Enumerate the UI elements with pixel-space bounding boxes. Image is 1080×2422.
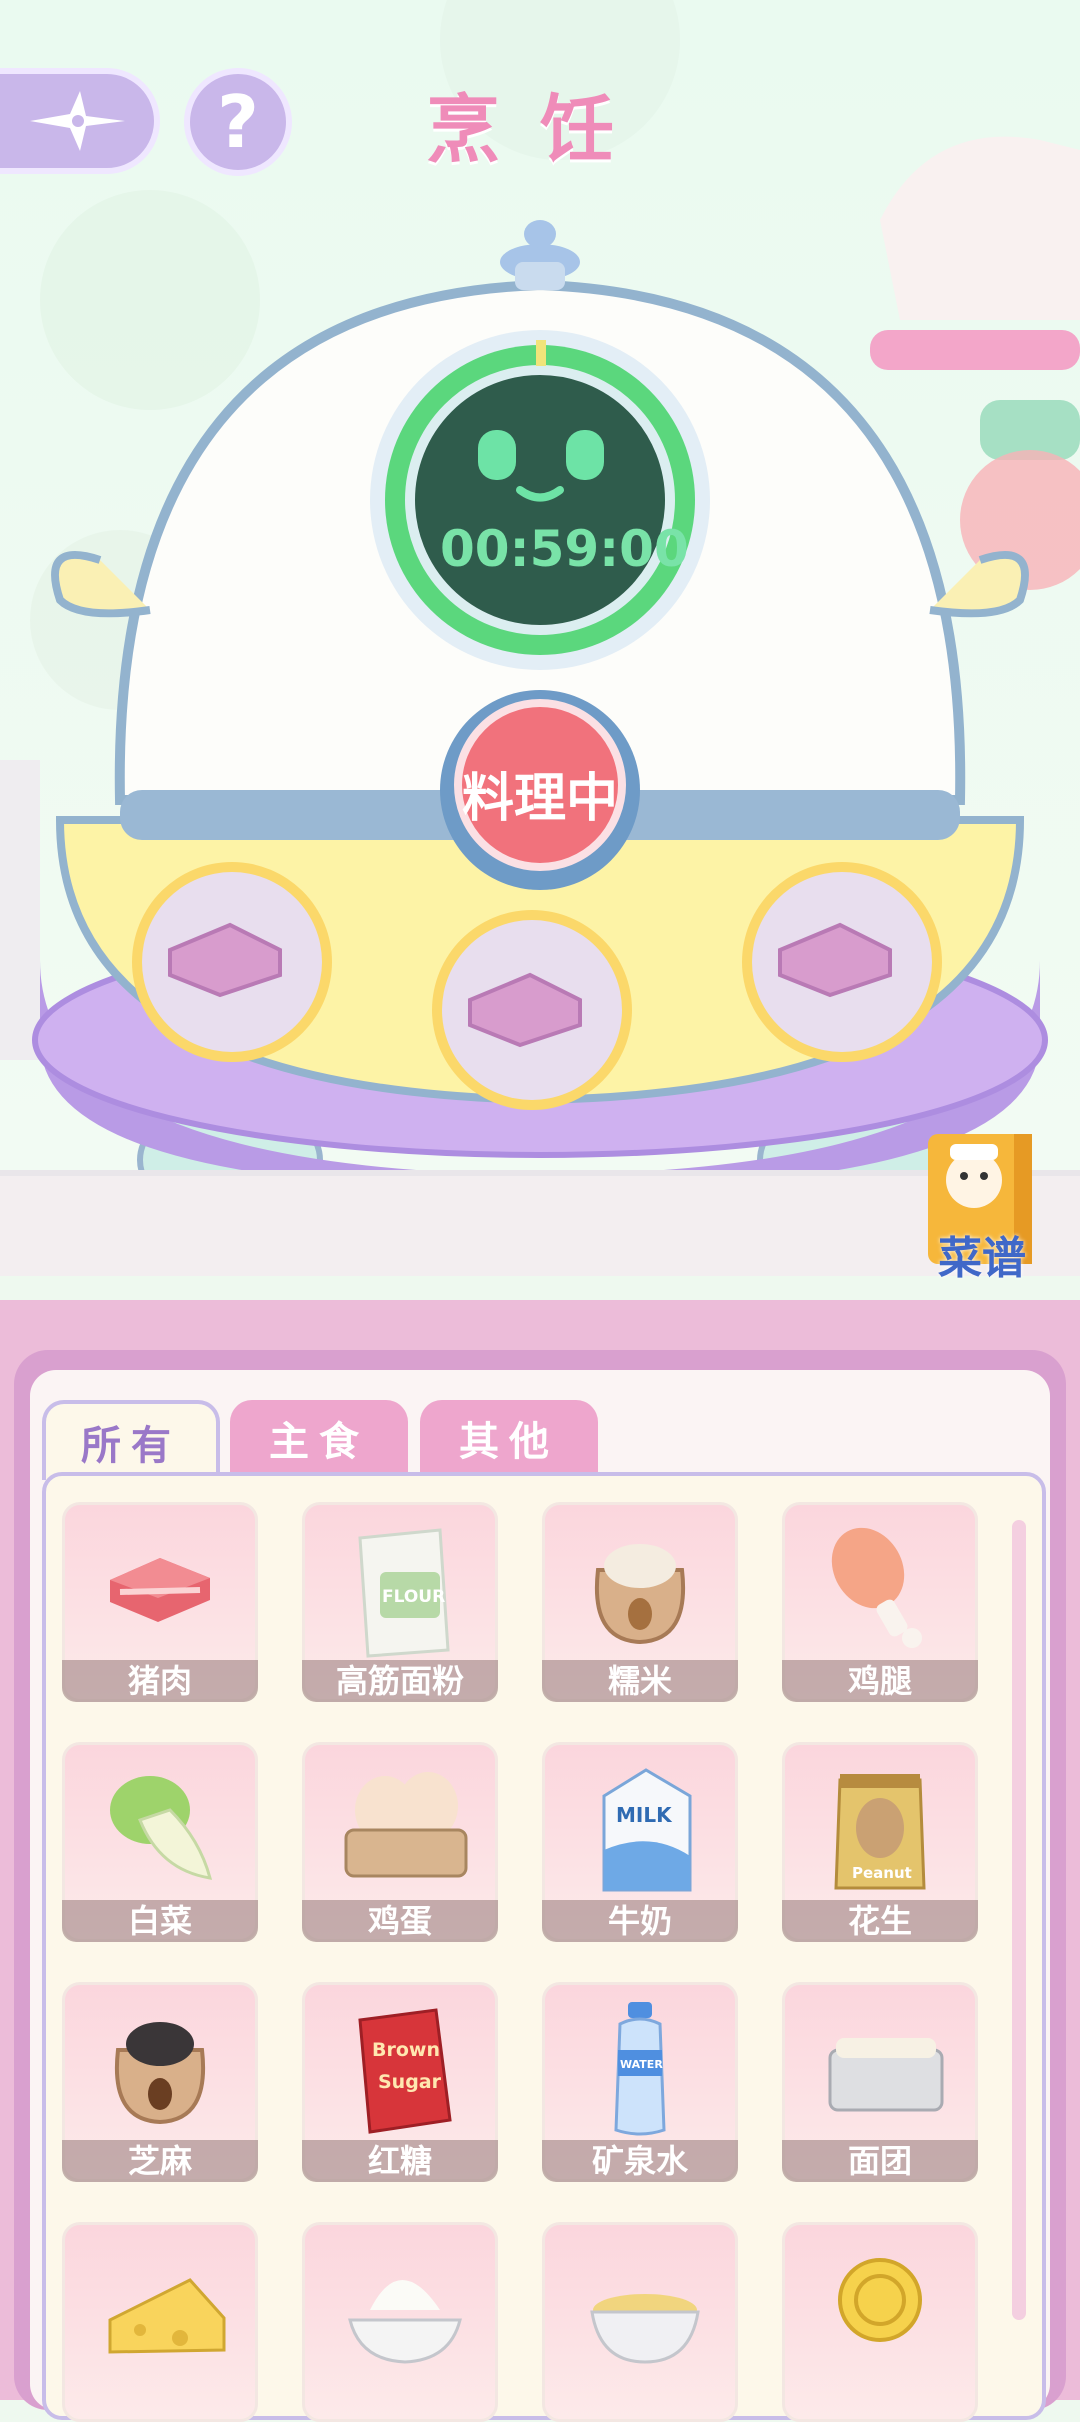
milk-icon: MILK: [602, 1768, 692, 1892]
sugar-bag-text-sugar: Sugar: [378, 2071, 442, 2093]
ingredient-item-glutinous-rice[interactable]: 糯米: [542, 1502, 738, 1702]
peanut-bag-text: Peanut: [852, 1864, 912, 1882]
ingredient-item-cream[interactable]: [302, 2222, 498, 2422]
cooking-status-button[interactable]: 料理中: [430, 756, 650, 831]
recipe-book-label: 菜谱: [938, 1233, 1026, 1284]
sesame-sack-icon: [115, 2022, 205, 2125]
water-bottle-icon: WATER: [614, 2002, 666, 2136]
water-bottle-text: WATER: [620, 2058, 663, 2071]
dough-icon: [828, 2038, 944, 2112]
ingredient-item-sesame[interactable]: 芝麻: [62, 1982, 258, 2182]
ingredient-label: 矿泉水: [542, 2140, 738, 2182]
ingredient-label: 面团: [782, 2140, 978, 2182]
cabbage-icon: [110, 1776, 213, 1880]
rice-sack-icon: [595, 1544, 685, 1645]
ingredient-list-scrollbar[interactable]: [1012, 1520, 1026, 2320]
ingredient-label: 鸡腿: [782, 1660, 978, 1702]
ingredient-item-peanut[interactable]: Peanut 花生: [782, 1742, 978, 1942]
cheese-icon: [108, 2278, 226, 2354]
ingredient-label: 花生: [782, 1900, 978, 1942]
tab-staple-food[interactable]: 主食: [230, 1400, 408, 1476]
brown-sugar-icon: Brown Sugar: [358, 2008, 452, 2134]
custard-icon: [590, 2294, 700, 2364]
ingredient-item-brown-sugar[interactable]: Brown Sugar 红糖: [302, 1982, 498, 2182]
pork-icon: [110, 1558, 210, 1622]
ingredient-label: 糯米: [542, 1660, 738, 1702]
ingredient-item-custard[interactable]: [542, 2222, 738, 2422]
tab-others[interactable]: 其他: [420, 1400, 598, 1476]
eggs-icon: [344, 1772, 468, 1878]
milk-carton-text: MILK: [616, 1803, 673, 1827]
counter-shelf: [0, 1170, 1080, 1276]
drumstick-icon: [831, 1527, 922, 1648]
ingredient-label: 芝麻: [62, 2140, 258, 2182]
cooking-pot-machine: [30, 220, 1050, 1240]
ingredient-item-bread-flour[interactable]: FLOUR 高筋面粉: [302, 1502, 498, 1702]
ingredient-label: 红糖: [302, 2140, 498, 2182]
peanut-bag-icon: Peanut: [834, 1774, 926, 1890]
cooking-timer: 00:59:00: [440, 520, 689, 578]
ingredient-label: 牛奶: [542, 1900, 738, 1942]
ingredient-item-milk[interactable]: MILK 牛奶: [542, 1742, 738, 1942]
flour-icon: FLOUR: [358, 1528, 450, 1658]
ingredient-label: 猪肉: [62, 1660, 258, 1702]
ingredient-item-dough[interactable]: 面团: [782, 1982, 978, 2182]
flour-bag-text: FLOUR: [382, 1587, 445, 1607]
ingredient-item-pork[interactable]: 猪肉: [62, 1502, 258, 1702]
ingredient-item-eggs[interactable]: 鸡蛋: [302, 1742, 498, 1942]
ingredient-label: 鸡蛋: [302, 1900, 498, 1942]
ingredient-item-cabbage[interactable]: 白菜: [62, 1742, 258, 1942]
ingredient-label: 高筋面粉: [302, 1660, 498, 1702]
ingredient-item-coin[interactable]: [782, 2222, 978, 2422]
cream-icon: [348, 2280, 462, 2364]
sugar-bag-text-brown: Brown: [372, 2039, 440, 2061]
tab-all[interactable]: 所有: [42, 1400, 220, 1480]
ingredient-item-cheese[interactable]: [62, 2222, 258, 2422]
ingredient-item-chicken-leg[interactable]: 鸡腿: [782, 1502, 978, 1702]
coin-icon: [838, 2258, 922, 2342]
ingredient-item-mineral-water[interactable]: WATER 矿泉水: [542, 1982, 738, 2182]
ingredient-label: 白菜: [62, 1900, 258, 1942]
